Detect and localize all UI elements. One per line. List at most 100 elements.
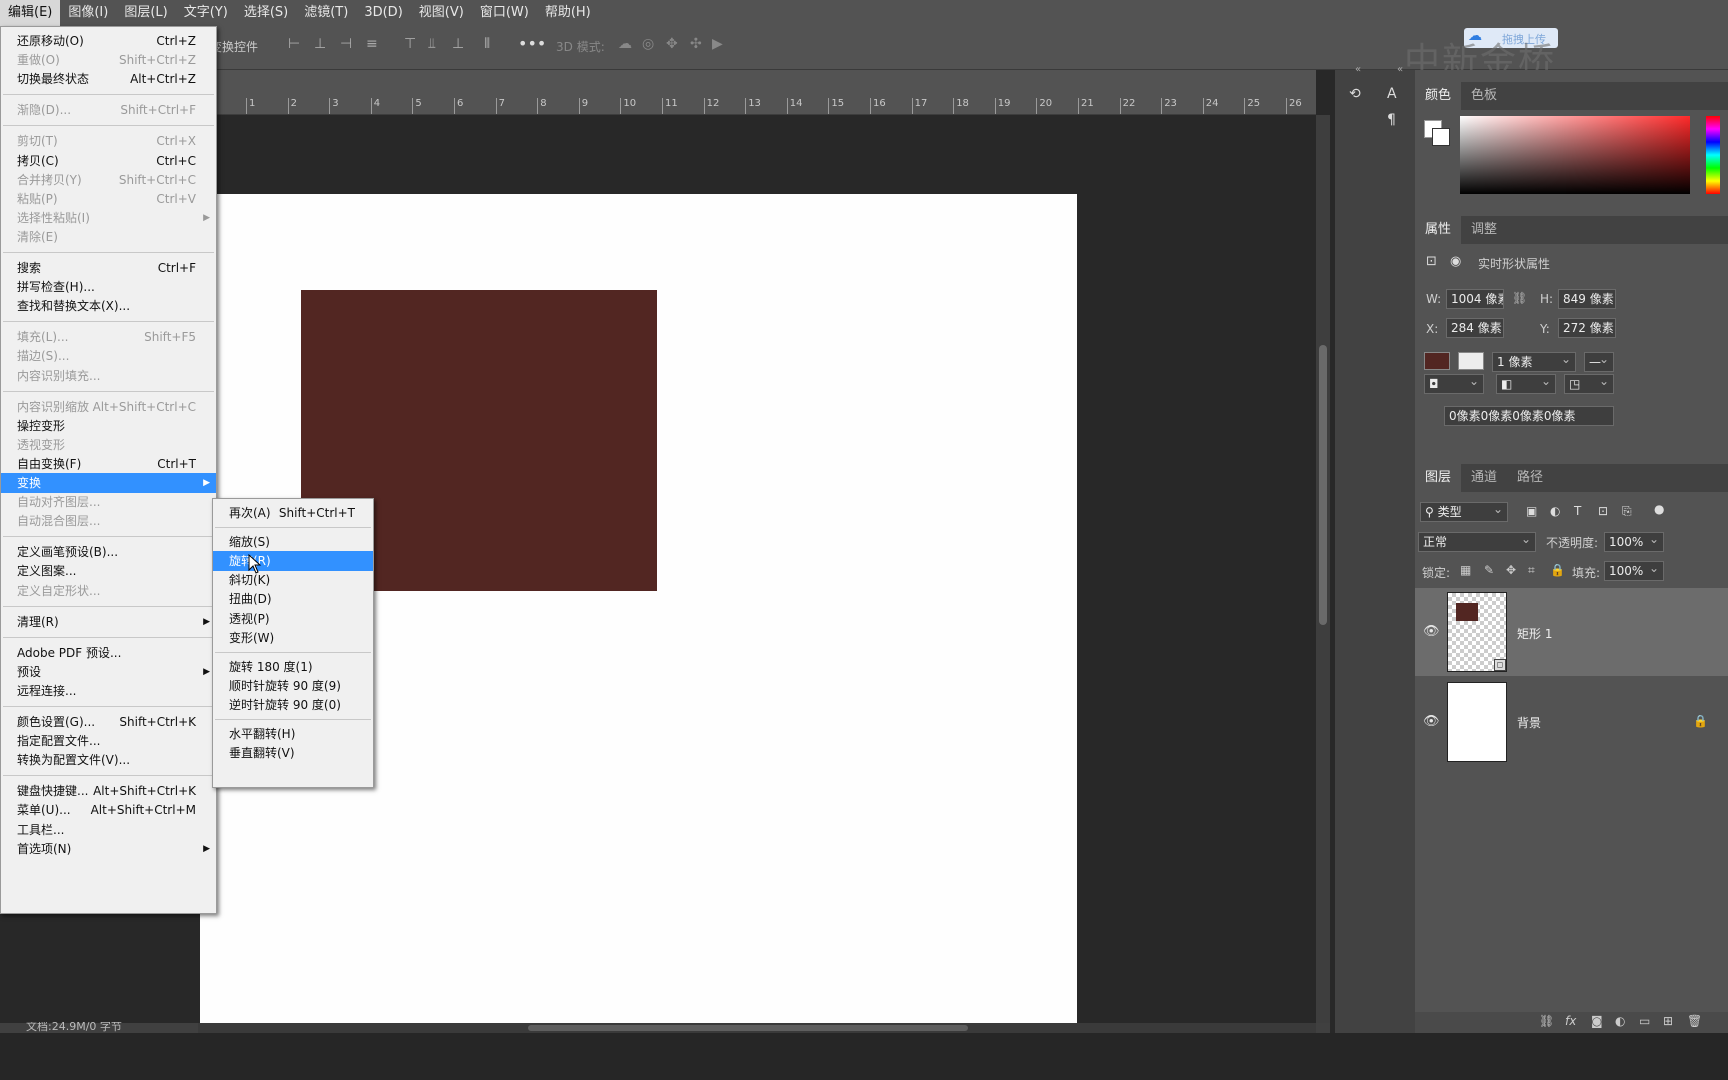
menu-5[interactable]: 滤镜(T): [296, 0, 356, 26]
fill-field[interactable]: 100%: [1604, 561, 1664, 581]
layer-name[interactable]: 背景: [1517, 714, 1541, 731]
filter-adjustment-icon[interactable]: ◐: [1550, 504, 1560, 518]
layer-name[interactable]: 矩形 1: [1517, 625, 1552, 642]
character-icon[interactable]: A: [1387, 86, 1397, 102]
menu-item[interactable]: 逆时针旋转 90 度(0): [213, 695, 373, 715]
3d-camera-icon[interactable]: ▶: [712, 36, 723, 52]
menu-item[interactable]: 旋转(R): [213, 551, 373, 572]
lock-position-icon[interactable]: ✥: [1506, 563, 1516, 577]
menu-7[interactable]: 视图(V): [411, 0, 472, 26]
menu-item[interactable]: 定义画笔预设(B)...: [1, 542, 216, 562]
tab-paths[interactable]: 路径: [1507, 464, 1553, 492]
stroke-corner-dropdown[interactable]: ◳: [1564, 374, 1614, 394]
menu-item[interactable]: 切换最终状态 Alt+Ctrl+Z: [1, 69, 216, 89]
tab-properties[interactable]: 属性: [1415, 216, 1462, 244]
distribute-vertical-icon[interactable]: ⦀: [484, 36, 490, 52]
group-folder-icon[interactable]: ▭: [1639, 1014, 1650, 1028]
align-right-icon[interactable]: ⊣: [340, 36, 352, 52]
menu-item[interactable]: 再次(A) Shift+Ctrl+T: [213, 503, 373, 523]
menu-6[interactable]: 3D(D): [356, 0, 410, 26]
menu-item[interactable]: 扭曲(D): [213, 589, 373, 609]
horizontal-scrollbar[interactable]: [198, 1023, 1316, 1033]
stroke-cap-dropdown[interactable]: ◧: [1496, 374, 1556, 394]
menu-9[interactable]: 帮助(H): [537, 0, 599, 26]
menu-item[interactable]: 键盘快捷键... Alt+Shift+Ctrl+K: [1, 781, 216, 801]
visibility-eye-icon[interactable]: 👁: [1423, 624, 1440, 639]
menu-item[interactable]: 拷贝(C) Ctrl+C: [1, 151, 216, 171]
blend-mode-dropdown[interactable]: 正常: [1418, 532, 1536, 552]
link-layers-icon[interactable]: ⛓: [1539, 1014, 1554, 1028]
menu-8[interactable]: 窗口(W): [472, 0, 537, 26]
x-field[interactable]: 284 像素: [1446, 318, 1504, 338]
menu-item[interactable]: 转换为配置文件(V)...: [1, 750, 216, 770]
new-layer-icon[interactable]: ⊞: [1663, 1014, 1673, 1028]
menu-item[interactable]: 指定配置文件...: [1, 731, 216, 751]
filter-pixel-icon[interactable]: ▣: [1526, 504, 1537, 518]
stroke-style-dropdown[interactable]: —: [1584, 352, 1614, 372]
lock-all-icon[interactable]: 🔒: [1550, 563, 1565, 577]
menu-2[interactable]: 图层(L): [116, 0, 175, 26]
filter-toggle-icon[interactable]: ●: [1654, 502, 1664, 516]
menu-item[interactable]: 拼写检查(H)...: [1, 277, 216, 297]
background-color-swatch[interactable]: [1432, 128, 1450, 146]
menu-item[interactable]: 搜索 Ctrl+F: [1, 258, 216, 278]
history-icon[interactable]: ⟲: [1349, 86, 1361, 102]
align-left-icon[interactable]: ⊢: [288, 36, 300, 52]
tab-adjustments[interactable]: 调整: [1461, 216, 1507, 244]
filter-smart-object-icon[interactable]: ⎘: [1622, 504, 1632, 519]
menu-1[interactable]: 图像(I): [60, 0, 116, 26]
fill-color-swatch[interactable]: [1424, 352, 1450, 370]
collapse-arrows-icon[interactable]: «: [1355, 64, 1361, 75]
menu-item[interactable]: 操控变形: [1, 416, 216, 436]
menu-item[interactable]: 变形(W): [213, 628, 373, 648]
menu-item[interactable]: 斜切(K): [213, 570, 373, 590]
visibility-eye-icon[interactable]: 👁: [1423, 714, 1440, 729]
menu-item[interactable]: 远程连接...: [1, 681, 216, 701]
3d-pan-icon[interactable]: ✥: [666, 36, 678, 52]
horizontal-scroll-thumb[interactable]: [528, 1025, 968, 1031]
filter-type-icon[interactable]: T: [1574, 504, 1581, 518]
menu-item[interactable]: 菜单(U)... Alt+Shift+Ctrl+M: [1, 800, 216, 820]
menu-item[interactable]: 水平翻转(H): [213, 724, 373, 744]
tab-layers[interactable]: 图层: [1415, 464, 1462, 492]
lock-transparent-icon[interactable]: ▦: [1460, 563, 1471, 577]
menu-item[interactable]: 还原移动(O) Ctrl+Z: [1, 31, 216, 51]
menu-item[interactable]: 变换 ▶: [1, 473, 216, 493]
align-middle-icon[interactable]: ⫫: [428, 36, 436, 52]
corner-radius-field[interactable]: 0像素0像素0像素0像素: [1444, 406, 1614, 426]
more-options-icon[interactable]: •••: [518, 34, 546, 53]
menu-item[interactable]: 颜色设置(G)... Shift+Ctrl+K: [1, 712, 216, 732]
adjustment-layer-icon[interactable]: ◐: [1615, 1014, 1625, 1028]
align-top-icon[interactable]: ⊤: [404, 36, 416, 52]
menu-item[interactable]: 预设 ▶: [1, 662, 216, 682]
link-icon[interactable]: ⛓: [1512, 291, 1527, 305]
tab-color[interactable]: 颜色: [1415, 82, 1462, 110]
vertical-scroll-thumb[interactable]: [1319, 345, 1327, 625]
menu-item[interactable]: 自由变换(F) Ctrl+T: [1, 454, 216, 474]
menu-item[interactable]: 清理(R) ▶: [1, 612, 216, 632]
layer-row-rectangle[interactable]: 👁 ◻ 矩形 1: [1415, 588, 1728, 676]
align-bottom-icon[interactable]: ⊥: [452, 36, 464, 52]
layer-filter-dropdown[interactable]: ⚲ 类型: [1420, 502, 1508, 522]
y-field[interactable]: 272 像素: [1558, 318, 1616, 338]
delete-layer-icon[interactable]: 🗑: [1687, 1014, 1702, 1028]
menu-0[interactable]: 编辑(E): [0, 0, 61, 26]
menu-item[interactable]: 工具栏...: [1, 820, 216, 840]
stroke-color-swatch[interactable]: [1458, 352, 1484, 370]
menu-item[interactable]: 旋转 180 度(1): [213, 657, 373, 677]
vertical-scrollbar[interactable]: [1316, 115, 1330, 1023]
menu-item[interactable]: 缩放(S): [213, 532, 373, 552]
add-mask-icon[interactable]: ◙: [1591, 1014, 1603, 1028]
filter-shape-icon[interactable]: ⊡: [1598, 504, 1608, 518]
hue-slider[interactable]: [1706, 116, 1720, 194]
menu-item[interactable]: 定义图案...: [1, 561, 216, 581]
paragraph-icon[interactable]: ¶: [1387, 112, 1396, 128]
height-field[interactable]: 849 像素: [1558, 289, 1616, 309]
3d-slide-icon[interactable]: ✣: [690, 36, 702, 52]
distribute-icon[interactable]: ≡: [366, 36, 378, 52]
lock-artboard-icon[interactable]: ⌗: [1528, 563, 1535, 578]
stroke-width-field[interactable]: 1 像素: [1492, 352, 1576, 372]
menu-3[interactable]: 文字(Y): [176, 0, 236, 26]
opacity-field[interactable]: 100%: [1604, 532, 1664, 552]
3d-orbit-icon[interactable]: ☁: [618, 36, 632, 52]
